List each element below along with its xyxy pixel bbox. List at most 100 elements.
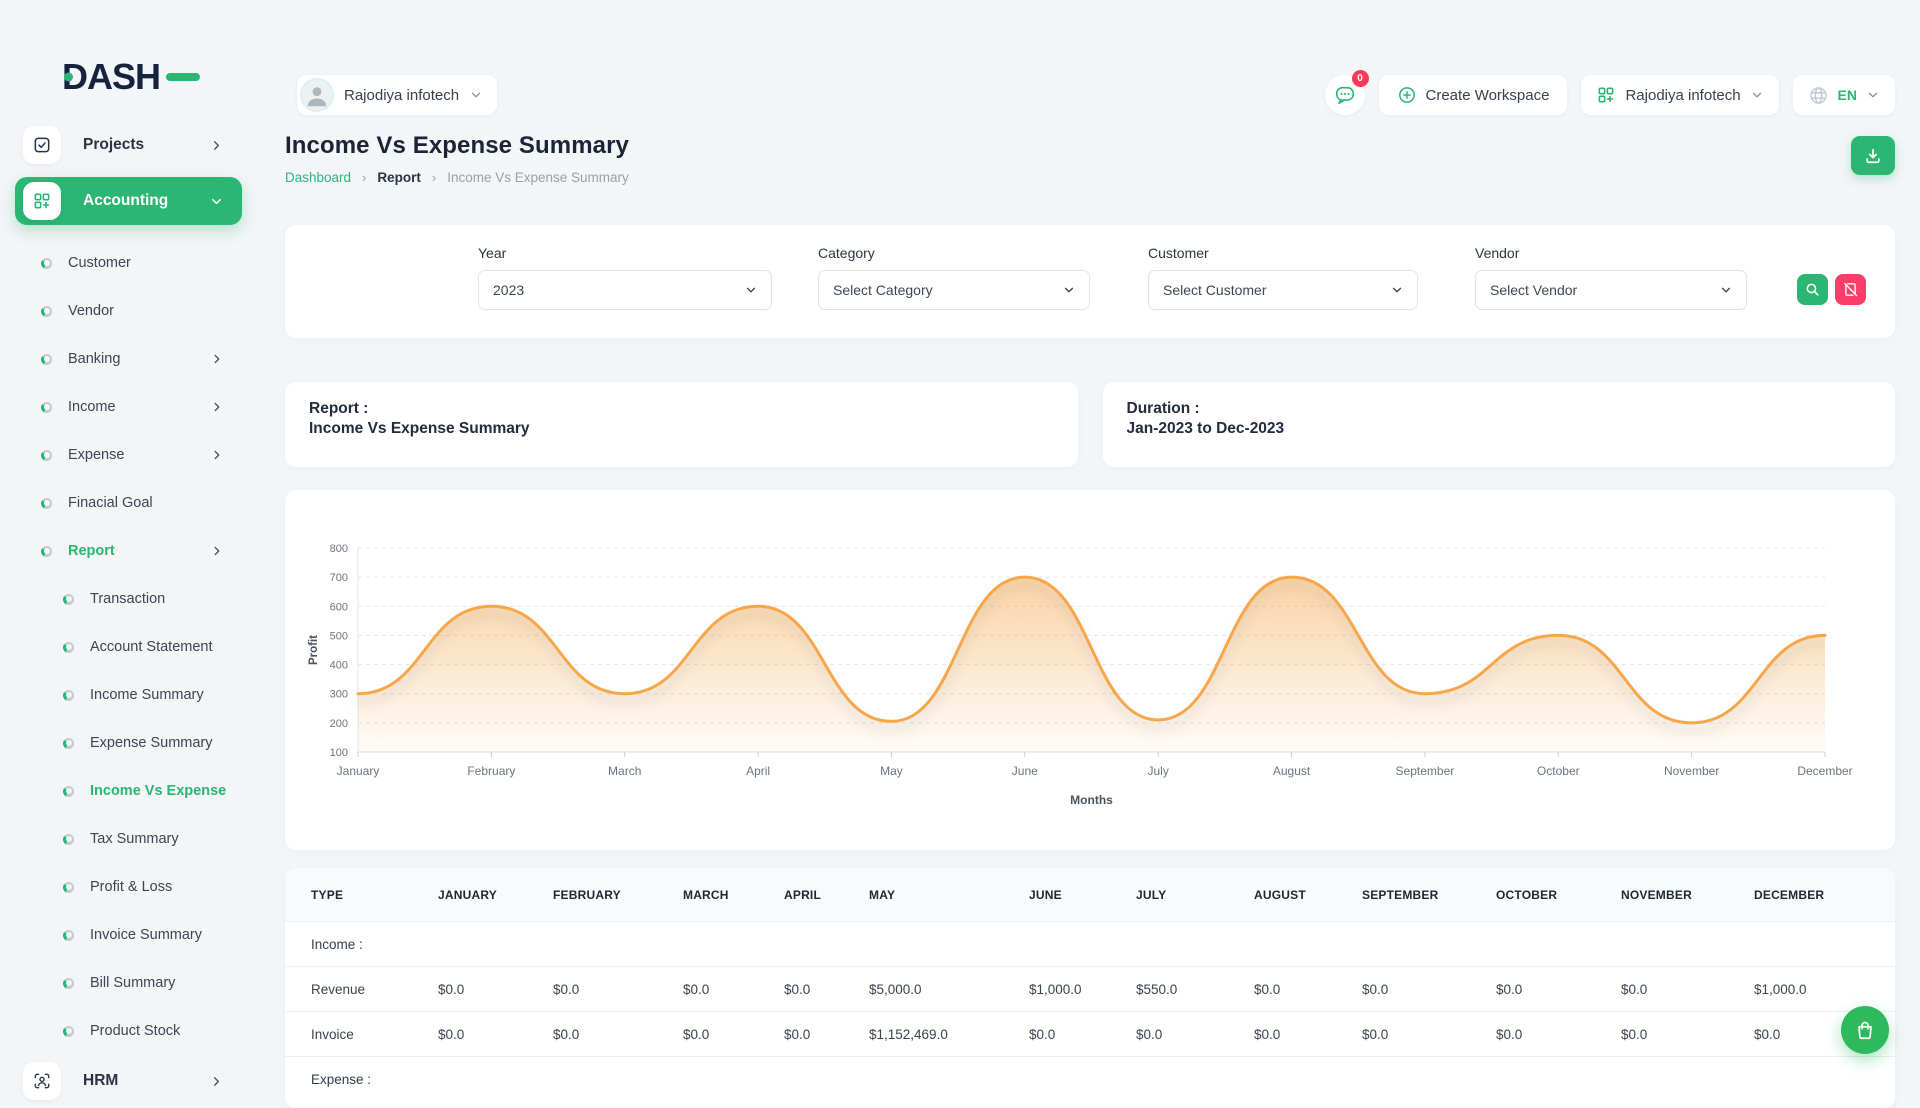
sidebar-item-finacial-goal[interactable]: Finacial Goal [0, 479, 257, 527]
customer-select[interactable]: Select Customer [1148, 270, 1418, 310]
income-expense-table: TYPEJANUARYFEBRUARYMARCHAPRILMAYJUNEJULY… [285, 868, 1895, 1108]
topbar: Rajodiya infotech 0 Create Workspace [285, 75, 1895, 115]
chevron-down-icon [744, 283, 758, 297]
table-header-march: MARCH [683, 868, 784, 922]
table-header-july: JULY [1136, 868, 1254, 922]
vendor-label: Vendor [1475, 245, 1747, 261]
download-icon [1863, 146, 1883, 166]
table-row-invoice: Invoice$0.0$0.0$0.0$0.0$1,152,469.0$0.0$… [285, 1012, 1895, 1057]
sidebar-item-hrm[interactable]: HRM [15, 1057, 242, 1105]
page-title: Income Vs Expense Summary [285, 132, 1895, 160]
table-header-november: NOVEMBER [1621, 868, 1754, 922]
category-label: Category [818, 245, 1090, 261]
svg-text:January: January [337, 764, 380, 778]
bullet-icon [41, 402, 52, 413]
svg-text:April: April [746, 764, 770, 778]
svg-text:May: May [880, 764, 903, 778]
vendor-select[interactable]: Select Vendor [1475, 270, 1747, 310]
accounting-submenu: CustomerVendorBankingIncomeExpenseFinaci… [0, 239, 257, 1055]
purchase-fab-button[interactable] [1841, 1006, 1889, 1054]
table-section-row: Income : [285, 922, 1895, 967]
duration-label: Duration : [1127, 399, 1872, 419]
sidebar-item-invoice-summary[interactable]: Invoice Summary [0, 911, 257, 959]
table-header-may: MAY [869, 868, 1029, 922]
chevron-down-icon [209, 194, 224, 209]
sidebar-item-profit-loss[interactable]: Profit & Loss [0, 863, 257, 911]
sidebar-item-banking[interactable]: Banking [0, 335, 257, 383]
chevron-right-icon [209, 1074, 224, 1089]
bullet-icon [63, 1026, 74, 1037]
sidebar-item-transaction[interactable]: Transaction [0, 575, 257, 623]
chevron-right-icon [209, 138, 224, 153]
create-workspace-button[interactable]: Create Workspace [1379, 75, 1568, 115]
svg-text:700: 700 [330, 572, 348, 584]
year-select[interactable]: 2023 [478, 270, 772, 310]
grid-plus-icon [1596, 85, 1616, 105]
chat-badge: 0 [1352, 70, 1369, 87]
sidebar-item-bill-summary[interactable]: Bill Summary [0, 959, 257, 1007]
sidebar-item-report[interactable]: Report [0, 527, 257, 575]
chevron-right-icon [210, 400, 224, 414]
shopping-bag-icon [1854, 1019, 1876, 1041]
sidebar-item-income-summary[interactable]: Income Summary [0, 671, 257, 719]
svg-text:February: February [467, 764, 515, 778]
svg-text:400: 400 [330, 660, 348, 672]
account-workspace-switcher[interactable]: Rajodiya infotech [1581, 75, 1778, 115]
svg-text:December: December [1797, 764, 1852, 778]
svg-text:March: March [608, 764, 641, 778]
breadcrumb-dashboard[interactable]: Dashboard [285, 170, 351, 185]
bullet-icon [41, 450, 52, 461]
table-header-february: FEBRUARY [553, 868, 683, 922]
search-icon [1804, 281, 1821, 298]
language-selector[interactable]: EN [1793, 75, 1895, 115]
download-button[interactable] [1851, 136, 1895, 175]
bullet-icon [41, 546, 52, 557]
sidebar-item-product-stock[interactable]: Product Stock [0, 1007, 257, 1055]
svg-text:July: July [1148, 764, 1169, 778]
chevron-down-icon [1750, 88, 1764, 102]
bullet-icon [41, 498, 52, 509]
report-card: Report : Income Vs Expense Summary [285, 382, 1078, 467]
chevron-right-icon [210, 544, 224, 558]
sidebar-item-projects[interactable]: Projects [15, 121, 242, 169]
sidebar-item-tax-summary[interactable]: Tax Summary [0, 815, 257, 863]
sidebar-item-customer[interactable]: Customer [0, 239, 257, 287]
workspace-selector[interactable]: Rajodiya infotech [297, 75, 497, 115]
chevron-down-icon [469, 88, 483, 102]
duration-value: Jan-2023 to Dec-2023 [1127, 419, 1872, 439]
app-logo[interactable]: DASH [62, 55, 257, 101]
sidebar-item-expense[interactable]: Expense [0, 431, 257, 479]
breadcrumb-separator: › [432, 170, 436, 185]
user-scan-icon [23, 1062, 61, 1100]
sidebar-item-account-statement[interactable]: Account Statement [0, 623, 257, 671]
breadcrumb-current: Income Vs Expense Summary [447, 170, 629, 185]
reset-filter-button[interactable] [1835, 274, 1866, 305]
sidebar: DASH Projects Accounting CustomerVendorB… [0, 0, 257, 1080]
table-header-april: APRIL [784, 868, 869, 922]
profit-area-chart: 100200300400500600700800JanuaryFebruaryM… [285, 490, 1895, 850]
bullet-icon [63, 978, 74, 989]
bullet-icon [41, 258, 52, 269]
chevron-right-icon [210, 448, 224, 462]
main-content: Rajodiya infotech 0 Create Workspace [257, 0, 1920, 1080]
sidebar-item-income-vs-expense[interactable]: Income Vs Expense [0, 767, 257, 815]
svg-text:November: November [1664, 764, 1719, 778]
grid-plus-icon [23, 182, 61, 220]
svg-text:Months: Months [1070, 793, 1113, 807]
bullet-icon [63, 834, 74, 845]
bullet-icon [63, 738, 74, 749]
sidebar-item-expense-summary[interactable]: Expense Summary [0, 719, 257, 767]
breadcrumb-report[interactable]: Report [377, 170, 421, 185]
category-select[interactable]: Select Category [818, 270, 1090, 310]
sidebar-item-accounting[interactable]: Accounting [15, 177, 242, 225]
sidebar-item-vendor[interactable]: Vendor [0, 287, 257, 335]
messages-button[interactable]: 0 [1325, 75, 1365, 115]
svg-text:500: 500 [330, 630, 348, 642]
sidebar-item-income[interactable]: Income [0, 383, 257, 431]
table-header-june: JUNE [1029, 868, 1136, 922]
plus-circle-icon [1397, 85, 1417, 105]
apply-filter-button[interactable] [1797, 274, 1828, 305]
chevron-down-icon [1062, 283, 1076, 297]
svg-text:200: 200 [330, 718, 348, 730]
area-chart-svg: 100200300400500600700800JanuaryFebruaryM… [285, 490, 1895, 850]
